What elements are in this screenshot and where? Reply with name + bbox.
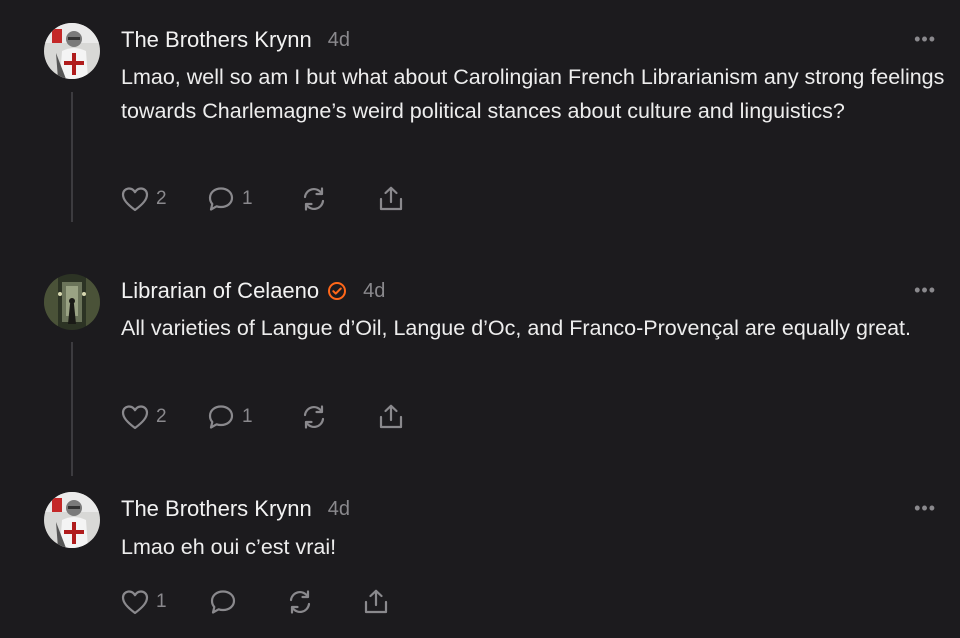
share-button[interactable] <box>362 587 390 617</box>
restack-icon <box>300 403 328 431</box>
share-icon <box>377 185 405 213</box>
like-button[interactable]: 2 <box>121 402 167 432</box>
author-name[interactable]: Librarian of Celaeno <box>121 278 319 304</box>
comment-header: Librarian of Celaeno 4d <box>121 278 385 304</box>
like-count: 2 <box>156 406 167 427</box>
comment: The Brothers Krynn 4d ••• Lmao, well so … <box>0 0 960 250</box>
heart-icon <box>121 186 149 212</box>
library-corridor-avatar-image <box>44 274 100 330</box>
like-button[interactable]: 1 <box>121 587 167 617</box>
comment-icon <box>207 403 235 431</box>
reply-count: 1 <box>242 406 253 427</box>
reply-button[interactable] <box>209 587 244 617</box>
timestamp[interactable]: 4d <box>363 280 385 303</box>
comment-icon <box>209 588 237 616</box>
avatar[interactable] <box>44 274 100 330</box>
reply-button[interactable]: 1 <box>207 184 253 214</box>
restack-button[interactable] <box>300 184 328 214</box>
comment-text: Lmao, well so am I but what about Caroli… <box>121 65 945 123</box>
comment-header: The Brothers Krynn 4d <box>121 496 350 522</box>
like-button[interactable]: 2 <box>121 184 167 214</box>
comment-text: Lmao eh oui c’est vrai! <box>121 535 337 559</box>
heart-icon <box>121 404 149 430</box>
comment: Librarian of Celaeno 4d ••• All varietie… <box>0 250 960 470</box>
reply-count: 1 <box>242 188 253 209</box>
comment-icon <box>207 185 235 213</box>
author-name[interactable]: The Brothers Krynn <box>121 496 312 522</box>
avatar[interactable] <box>44 23 100 79</box>
restack-icon <box>286 588 314 616</box>
reply-button[interactable]: 1 <box>207 402 253 432</box>
comment: The Brothers Krynn 4d ••• Lmao eh oui c’… <box>0 470 960 638</box>
share-icon <box>362 588 390 616</box>
restack-button[interactable] <box>286 587 314 617</box>
timestamp[interactable]: 4d <box>328 498 350 521</box>
comment-header: The Brothers Krynn 4d <box>121 27 350 53</box>
avatar[interactable] <box>44 492 100 548</box>
restack-button[interactable] <box>300 402 328 432</box>
more-options-icon[interactable]: ••• <box>914 281 936 299</box>
share-button[interactable] <box>377 402 405 432</box>
share-icon <box>377 403 405 431</box>
share-button[interactable] <box>377 184 405 214</box>
author-name[interactable]: The Brothers Krynn <box>121 27 312 53</box>
knight-avatar-image <box>44 23 100 79</box>
timestamp[interactable]: 4d <box>328 29 350 52</box>
more-options-icon[interactable]: ••• <box>914 499 936 517</box>
more-options-icon[interactable]: ••• <box>914 30 936 48</box>
heart-icon <box>121 589 149 615</box>
knight-avatar-image <box>44 492 100 548</box>
like-count: 1 <box>156 591 167 612</box>
like-count: 2 <box>156 188 167 209</box>
verified-check-icon <box>327 281 347 301</box>
comment-text: All varieties of Langue d’Oil, Langue d’… <box>121 316 911 340</box>
restack-icon <box>300 185 328 213</box>
